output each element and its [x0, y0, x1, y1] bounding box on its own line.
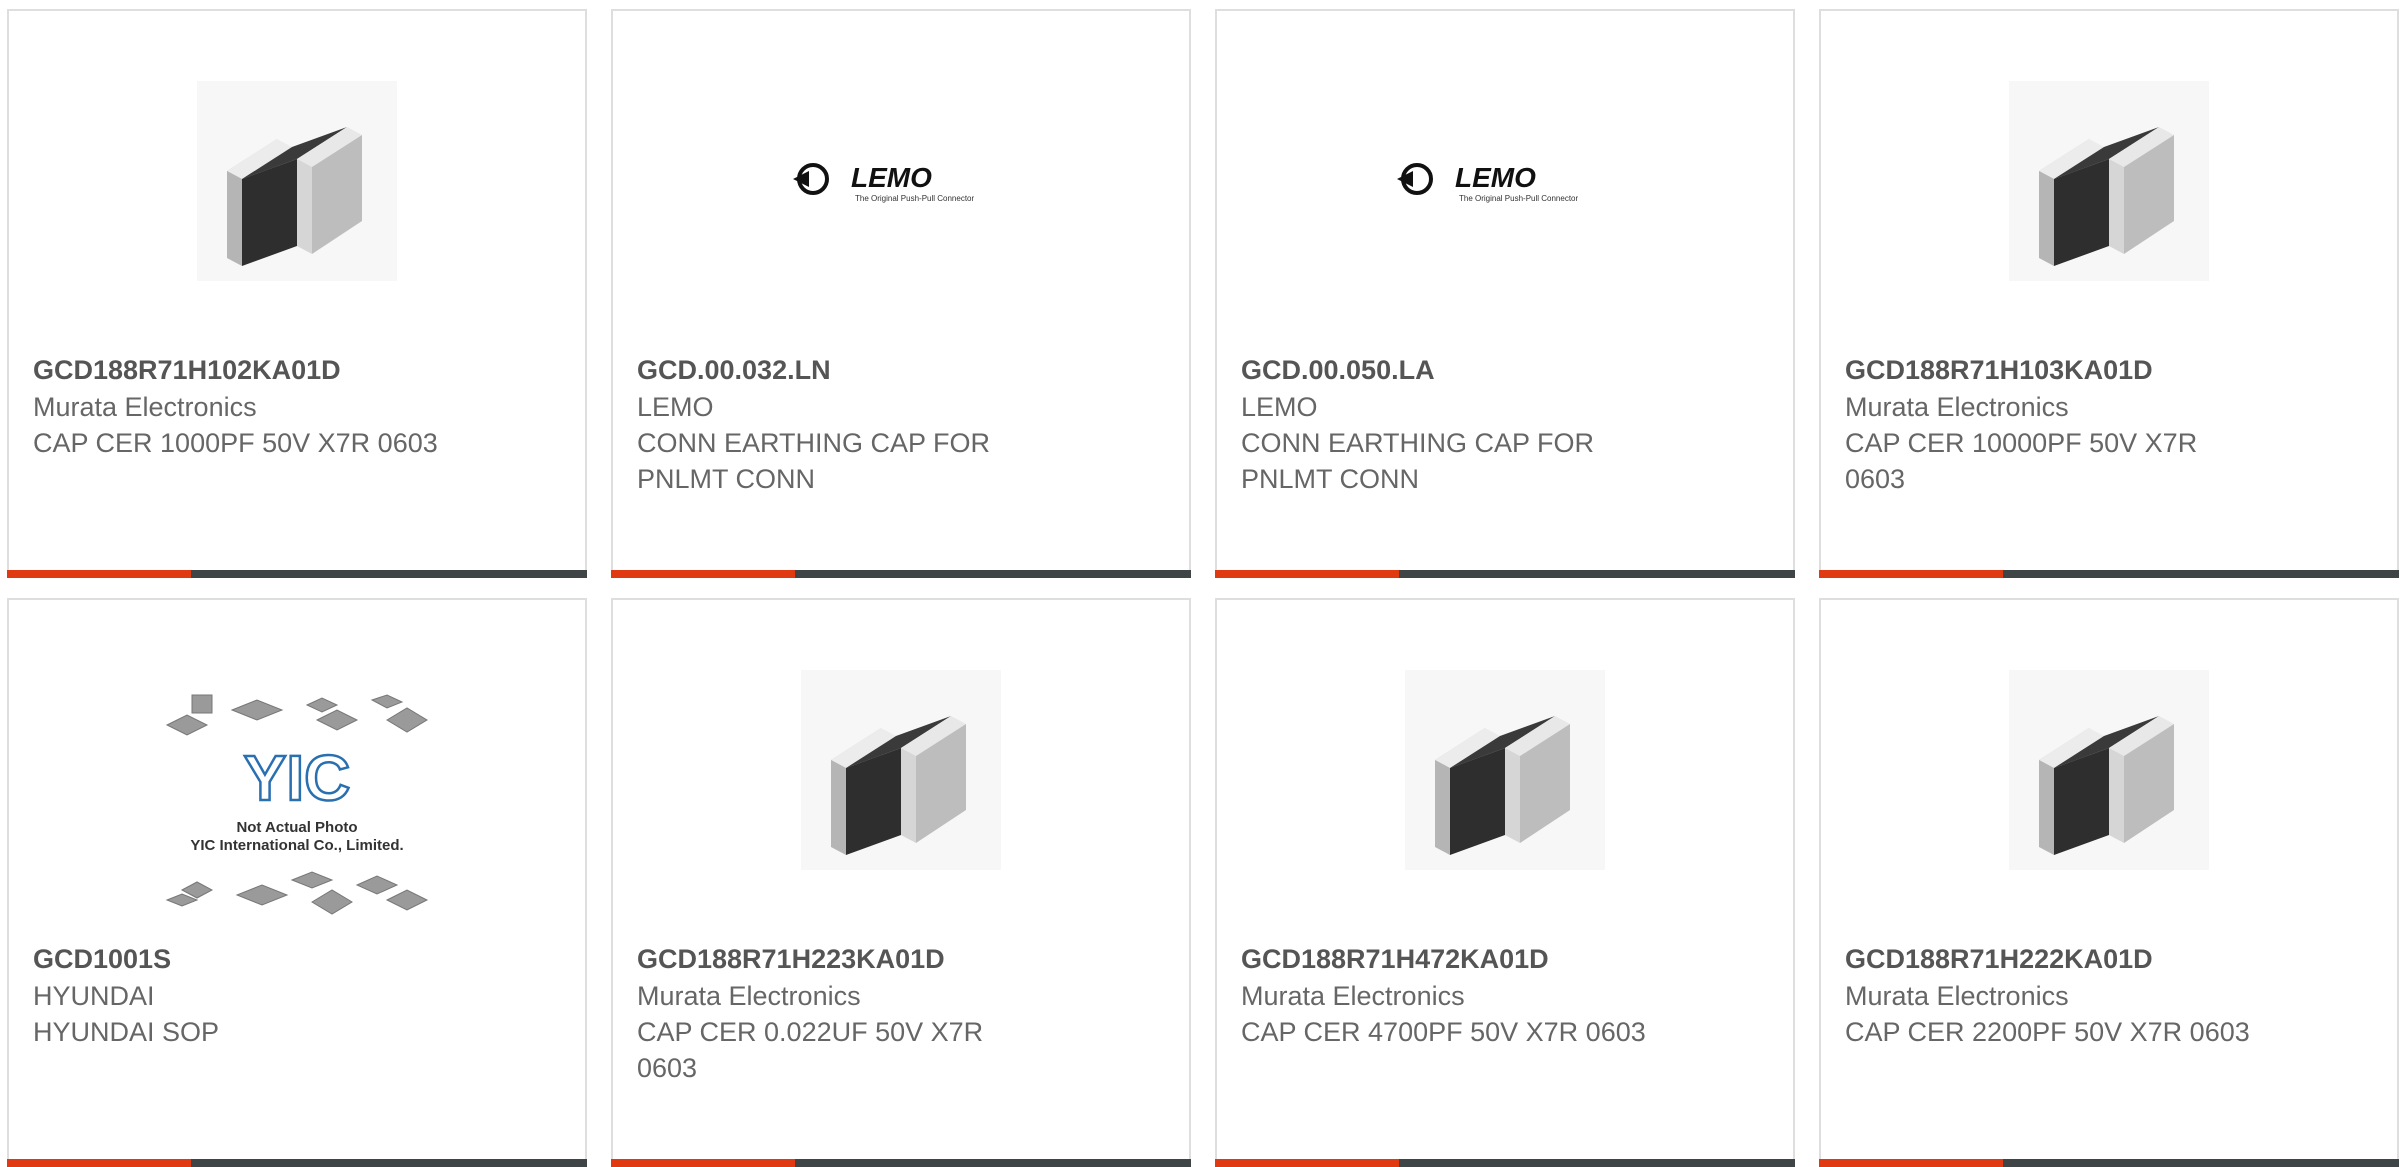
- card-accent: [1819, 1159, 2003, 1167]
- product-info: GCD188R71H223KA01D Murata Electronics CA…: [637, 940, 1057, 1086]
- description: CONN EARTHING CAP FOR PNLMT CONN: [637, 428, 991, 494]
- product-image[interactable]: [1217, 660, 1793, 880]
- product-image[interactable]: [1821, 660, 2397, 880]
- product-info: GCD188R71H103KA01D Murata Electronics CA…: [1845, 351, 2265, 497]
- description: CAP CER 0.022UF 50V X7R 0603: [637, 1017, 984, 1083]
- yic-logo: YIC: [244, 742, 351, 814]
- description: CAP CER 1000PF 50V X7R 0603: [33, 428, 438, 458]
- product-image[interactable]: [613, 660, 1189, 880]
- part-number-link[interactable]: GCD188R71H223KA01D: [637, 940, 1057, 978]
- description: CONN EARTHING CAP FOR PNLMT CONN: [1241, 428, 1595, 494]
- manufacturer: Murata Electronics: [637, 981, 861, 1011]
- manufacturer: LEMO: [1241, 392, 1318, 422]
- card-accent: [7, 1159, 191, 1167]
- placeholder-company: YIC International Co., Limited.: [190, 837, 403, 854]
- product-grid: GCD188R71H102KA01D Murata Electronics CA…: [0, 0, 2400, 1167]
- product-info: GCD.00.032.LN LEMO CONN EARTHING CAP FOR…: [637, 351, 1057, 497]
- placeholder-note: Not Actual Photo: [236, 819, 357, 836]
- product-image[interactable]: [9, 71, 585, 291]
- manufacturer: Murata Electronics: [1845, 981, 2069, 1011]
- card-accent: [1819, 570, 2003, 578]
- chip-capacitor-icon: [197, 81, 397, 281]
- description: CAP CER 2200PF 50V X7R 0603: [1845, 1017, 2250, 1047]
- card-accent: [7, 570, 191, 578]
- product-card[interactable]: GCD188R71H103KA01D Murata Electronics CA…: [1819, 9, 2399, 578]
- description: HYUNDAI SOP: [33, 1017, 220, 1047]
- lemo-tagline: The Original Push-Pull Connector: [1459, 194, 1579, 203]
- chip-capacitor-icon: [801, 670, 1001, 870]
- card-bottom-bar: [611, 1159, 1191, 1167]
- part-number-link[interactable]: GCD188R71H103KA01D: [1845, 351, 2265, 389]
- manufacturer: Murata Electronics: [1241, 981, 1465, 1011]
- card-bottom-bar: [1819, 570, 2399, 578]
- lemo-logo-icon: LEMO The Original Push-Pull Connector: [793, 162, 975, 203]
- card-accent: [1215, 570, 1399, 578]
- yic-placeholder-icon: YIC Not Actual Photo YIC International C…: [165, 694, 429, 915]
- product-card[interactable]: GCD188R71H222KA01D Murata Electronics CA…: [1819, 598, 2399, 1167]
- product-info: GCD188R71H102KA01D Murata Electronics CA…: [33, 351, 453, 461]
- manufacturer: HYUNDAI: [33, 981, 155, 1011]
- product-info: GCD188R71H472KA01D Murata Electronics CA…: [1241, 940, 1661, 1050]
- card-bottom-bar: [1819, 1159, 2399, 1167]
- part-number-link[interactable]: GCD1001S: [33, 940, 453, 978]
- manufacturer: LEMO: [637, 392, 714, 422]
- card-bottom-bar: [7, 1159, 587, 1167]
- card-bottom-bar: [611, 570, 1191, 578]
- description: CAP CER 4700PF 50V X7R 0603: [1241, 1017, 1646, 1047]
- lemo-tagline: The Original Push-Pull Connector: [855, 194, 975, 203]
- manufacturer: Murata Electronics: [33, 392, 257, 422]
- part-number-link[interactable]: GCD188R71H102KA01D: [33, 351, 453, 389]
- part-number-link[interactable]: GCD.00.032.LN: [637, 351, 1057, 389]
- card-bottom-bar: [1215, 570, 1795, 578]
- chip-capacitor-icon: [1405, 670, 1605, 870]
- product-card[interactable]: GCD188R71H472KA01D Murata Electronics CA…: [1215, 598, 1795, 1167]
- product-card[interactable]: GCD188R71H102KA01D Murata Electronics CA…: [7, 9, 587, 578]
- lemo-logo-text: LEMO: [851, 162, 932, 193]
- product-card[interactable]: LEMO The Original Push-Pull Connector GC…: [611, 9, 1191, 578]
- product-card[interactable]: LEMO The Original Push-Pull Connector GC…: [1215, 9, 1795, 578]
- card-bottom-bar: [7, 570, 587, 578]
- card-accent: [1215, 1159, 1399, 1167]
- part-number-link[interactable]: GCD188R71H222KA01D: [1845, 940, 2265, 978]
- product-info: GCD.00.050.LA LEMO CONN EARTHING CAP FOR…: [1241, 351, 1661, 497]
- product-image[interactable]: LEMO The Original Push-Pull Connector: [613, 71, 1189, 291]
- lemo-logo-text: LEMO: [1455, 162, 1536, 193]
- description: CAP CER 10000PF 50V X7R 0603: [1845, 428, 2198, 494]
- manufacturer: Murata Electronics: [1845, 392, 2069, 422]
- card-bottom-bar: [1215, 1159, 1795, 1167]
- product-image[interactable]: [1821, 71, 2397, 291]
- product-image[interactable]: YIC Not Actual Photo YIC International C…: [9, 690, 585, 940]
- card-accent: [611, 1159, 795, 1167]
- chip-capacitor-icon: [2009, 81, 2209, 281]
- product-info: GCD188R71H222KA01D Murata Electronics CA…: [1845, 940, 2265, 1050]
- product-card[interactable]: GCD188R71H223KA01D Murata Electronics CA…: [611, 598, 1191, 1167]
- chip-capacitor-icon: [2009, 670, 2209, 870]
- card-accent: [611, 570, 795, 578]
- product-image[interactable]: LEMO The Original Push-Pull Connector: [1217, 71, 1793, 291]
- part-number-link[interactable]: GCD188R71H472KA01D: [1241, 940, 1661, 978]
- product-card[interactable]: YIC Not Actual Photo YIC International C…: [7, 598, 587, 1167]
- product-info: GCD1001S HYUNDAI HYUNDAI SOP: [33, 940, 453, 1050]
- part-number-link[interactable]: GCD.00.050.LA: [1241, 351, 1661, 389]
- lemo-logo-icon: LEMO The Original Push-Pull Connector: [1397, 162, 1579, 203]
